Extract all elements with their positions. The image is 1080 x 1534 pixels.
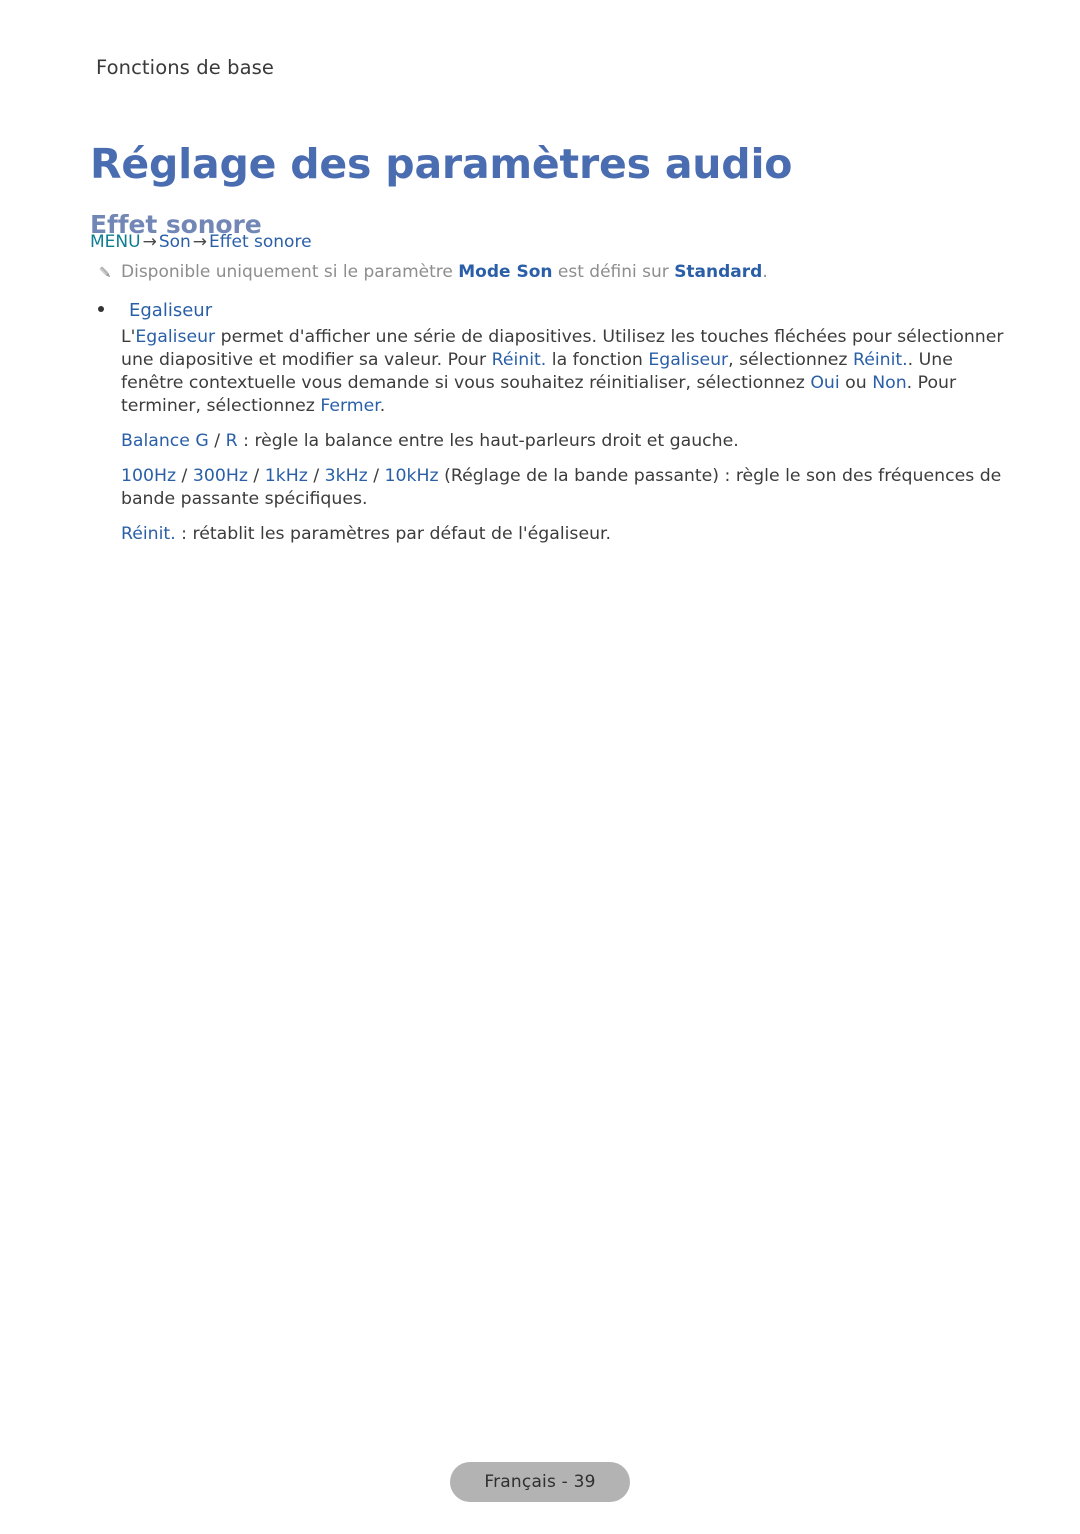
band-description: 100Hz / 300Hz / 1kHz / 3kHz / 10kHz (Rég… [121,465,1010,511]
inline-keyword: 10kHz [384,466,439,486]
inline-keyword: Non [872,373,907,393]
pencil-icon [90,261,120,281]
inline-keyword: Fermer [320,396,380,416]
inline-text: . [379,396,386,416]
inline-text: / [307,466,325,486]
inline-text: L' [121,327,136,347]
bullet-body: L'Egaliseur permet d'afficher une série … [121,326,1010,546]
menu-path-item-son: Son [158,232,191,252]
inline-keyword: 3kHz [324,466,368,486]
arrow-right-icon: → [142,232,157,252]
inline-text: : rétablit les paramètres par défaut de … [175,524,612,544]
note-text-middle: est défini sur [552,262,675,282]
equalizer-description: L'Egaliseur permet d'afficher une série … [121,326,1010,418]
menu-path-item-effet-sonore: Effet sonore [209,232,312,252]
bullet-block-egaliseur: Egaliseur L'Egaliseur permet d'afficher … [90,299,1010,546]
page-footer-badge: Français - 39 [450,1462,630,1502]
inline-text: / [208,431,226,451]
inline-keyword: 300Hz [192,466,248,486]
menu-path-root: MENU [90,232,141,252]
bullet-dot-icon [90,306,129,316]
inline-keyword: Réinit. [852,350,908,370]
menu-path-breadcrumb: MENU → Son → Effet sonore [90,230,1010,254]
page-footer-label: Français - 39 [484,1472,596,1492]
inline-text: : règle la balance entre les haut-parleu… [237,431,739,451]
inline-keyword: R [225,431,238,451]
inline-text: / [247,466,265,486]
note-text-after: . [762,262,768,282]
note-keyword-mode-son: Mode Son [458,262,553,282]
inline-keyword: 1kHz [264,466,308,486]
bullet-title-egaliseur: Egaliseur [129,300,213,321]
inline-keyword: Egaliseur [135,327,216,347]
balance-description: Balance G / R : règle la balance entre l… [121,430,1010,453]
inline-keyword: Réinit. [491,350,547,370]
bullet-heading-row: Egaliseur [90,299,1010,323]
inline-keyword: Balance G [121,431,209,451]
inline-keyword: Oui [810,373,840,393]
page-title: Réglage des paramètres audio [90,140,793,189]
inline-text: / [367,466,385,486]
inline-text: la fonction [546,350,649,370]
running-header: Fonctions de base [96,56,274,79]
note-text: Disponible uniquement si le paramètre Mo… [120,261,768,284]
inline-keyword: Egaliseur [648,350,729,370]
content-column: MENU → Son → Effet sonore Disponible uniquem… [90,230,1010,546]
note-row: Disponible uniquement si le paramètre Mo… [90,261,1010,284]
inline-keyword: 100Hz [121,466,177,486]
note-text-before: Disponible uniquement si le paramètre [121,262,459,282]
reset-description: Réinit. : rétablit les paramètres par dé… [121,523,1010,546]
note-keyword-standard: Standard [674,262,763,282]
arrow-right-icon: → [192,232,208,252]
inline-text: ou [839,373,873,393]
inline-keyword: Réinit. [121,524,176,544]
inline-text: / [176,466,193,486]
document-page: Fonctions de base Réglage des paramètres… [0,0,1080,1534]
inline-text: , sélectionnez [728,350,853,370]
